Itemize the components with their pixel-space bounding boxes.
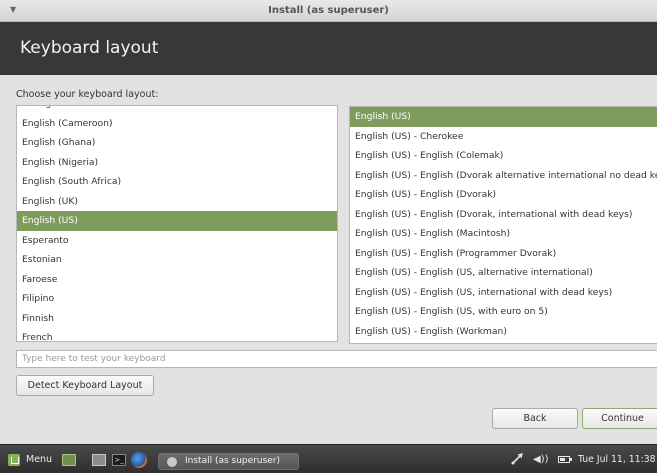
firefox-icon[interactable] bbox=[131, 452, 147, 468]
variant-list-item[interactable]: English (US) - English (US, alternative … bbox=[350, 263, 657, 283]
variant-list-item[interactable]: English (US) - English (Dvorak, internat… bbox=[350, 205, 657, 225]
show-desktop-icon[interactable] bbox=[62, 454, 76, 466]
layout-list-item[interactable]: French bbox=[17, 328, 337, 341]
variant-list-item[interactable]: English (US) bbox=[350, 107, 657, 127]
main-content: Choose your keyboard layout: DzongkhaEng… bbox=[0, 75, 657, 444]
layout-list-item[interactable]: English (UK) bbox=[17, 192, 337, 212]
layout-list-item[interactable]: Esperanto bbox=[17, 231, 337, 251]
layout-list-item[interactable]: Faroese bbox=[17, 270, 337, 290]
clock[interactable]: Tue Jul 11, 11:38 bbox=[578, 454, 656, 465]
terminal-icon[interactable]: >_ bbox=[112, 454, 126, 466]
taskbar: Menu >_ Install (as superuser) ◀)) Tue J… bbox=[0, 444, 657, 473]
layout-list-item[interactable]: English (Nigeria) bbox=[17, 153, 337, 173]
layout-list-item[interactable]: English (South Africa) bbox=[17, 172, 337, 192]
network-icon[interactable] bbox=[510, 452, 524, 466]
variant-list-items: English (US) English (US) - Cherokee Engli… bbox=[350, 107, 657, 341]
battery-icon[interactable] bbox=[558, 456, 572, 463]
layout-list-item[interactable]: Dzongkha bbox=[17, 106, 337, 114]
variant-list-item[interactable]: English (US) - English (Dvorak) bbox=[350, 185, 657, 205]
installer-icon bbox=[167, 457, 177, 467]
taskbar-window-label: Install (as superuser) bbox=[185, 456, 281, 466]
variant-list-item[interactable]: English (US) - Cherokee bbox=[350, 127, 657, 147]
layout-list[interactable]: DzongkhaEnglish (Cameroon)English (Ghana… bbox=[16, 105, 338, 342]
variant-list-item[interactable]: English (US) - English (Colemak) bbox=[350, 146, 657, 166]
page-title: Keyboard layout bbox=[20, 38, 159, 58]
variant-list-item[interactable]: English (US) - English (US, with euro on… bbox=[350, 302, 657, 322]
layout-list-items: DzongkhaEnglish (Cameroon)English (Ghana… bbox=[17, 106, 337, 341]
layout-list-item[interactable]: English (Ghana) bbox=[17, 133, 337, 153]
layout-list-item[interactable]: English (Cameroon) bbox=[17, 114, 337, 134]
variant-list-item[interactable]: English (US) - English (Dvorak alternati… bbox=[350, 166, 657, 186]
variant-list-item[interactable]: English (US) - English (Programmer Dvora… bbox=[350, 244, 657, 264]
taskbar-window-button[interactable]: Install (as superuser) bbox=[158, 453, 299, 470]
layout-list-item[interactable]: Finnish bbox=[17, 309, 337, 329]
menu-icon[interactable] bbox=[8, 454, 20, 466]
layout-list-item[interactable]: Filipino bbox=[17, 289, 337, 309]
volume-icon[interactable]: ◀)) bbox=[533, 454, 549, 465]
detect-layout-button[interactable]: Detect Keyboard Layout bbox=[16, 375, 154, 396]
menu-label[interactable]: Menu bbox=[26, 454, 52, 465]
window-title: Install (as superuser) bbox=[268, 5, 389, 16]
variant-list-item[interactable]: English (US) - English (Workman) bbox=[350, 322, 657, 342]
continue-button[interactable]: Continue bbox=[582, 408, 657, 429]
variant-list-item[interactable]: English (US) - English (US, internationa… bbox=[350, 283, 657, 303]
window-titlebar[interactable]: ▼ Install (as superuser) bbox=[0, 0, 657, 22]
page-header: Keyboard layout bbox=[0, 22, 657, 75]
back-button[interactable]: Back bbox=[492, 408, 578, 429]
file-manager-icon[interactable] bbox=[92, 454, 106, 466]
variant-list-item[interactable]: English (US) - English (Macintosh) bbox=[350, 224, 657, 244]
layout-list-item[interactable]: English (US) bbox=[17, 211, 337, 231]
layout-list-item[interactable]: Estonian bbox=[17, 250, 337, 270]
keyboard-test-input[interactable] bbox=[16, 350, 657, 368]
variant-list[interactable]: English (US) English (US) - Cherokee Engli… bbox=[349, 106, 657, 344]
layout-prompt-label: Choose your keyboard layout: bbox=[16, 89, 159, 100]
